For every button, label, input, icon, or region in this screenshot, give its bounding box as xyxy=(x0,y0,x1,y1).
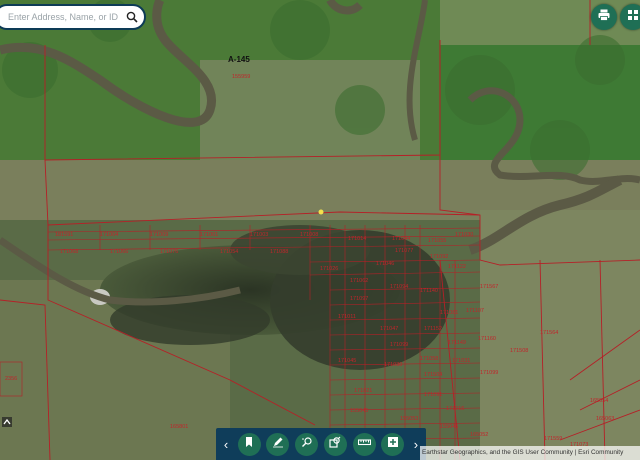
parcel-label[interactable]: 181591 xyxy=(55,232,73,238)
parcel-label[interactable]: 171097 xyxy=(350,296,368,302)
basemap-button[interactable] xyxy=(620,4,640,30)
attribution-toggle-icon[interactable] xyxy=(2,414,12,427)
parcel-label[interactable]: 171004 xyxy=(100,232,118,238)
parcel-label[interactable]: 155045 xyxy=(350,408,368,414)
parcel-label[interactable]: 155053 xyxy=(400,416,418,422)
parcel-label[interactable]: 171152 xyxy=(424,326,442,332)
parcel-label[interactable]: 171055 xyxy=(428,238,446,244)
identify-icon xyxy=(301,435,313,453)
print-button[interactable] xyxy=(591,4,617,30)
parcel-label[interactable]: 171047 xyxy=(380,326,398,332)
ruler-icon xyxy=(357,435,371,453)
parcel-label[interactable]: 171160 xyxy=(478,336,496,342)
identify-button[interactable] xyxy=(295,432,319,456)
parcel-label[interactable]: 171567 xyxy=(480,284,498,290)
parcel-label[interactable]: 171099 xyxy=(480,370,498,376)
pencil-icon xyxy=(272,435,284,453)
parcel-label[interactable]: 155045 xyxy=(440,424,458,430)
map-view[interactable]: A-145 155959 181591 171004 171009 171001 1710… xyxy=(0,0,640,460)
map-attribution: Earthstar Geographics, and the GIS User … xyxy=(420,446,640,460)
parcel-label[interactable]: 171094 xyxy=(390,284,408,290)
parcel-label[interactable]: 165063 xyxy=(596,416,614,422)
parcel-label[interactable]: 171014 xyxy=(348,236,366,242)
add-data-button[interactable] xyxy=(381,432,405,456)
parcel-label[interactable]: 171508 xyxy=(510,348,528,354)
draw-button[interactable] xyxy=(266,432,290,456)
parcel-label[interactable]: 171088 xyxy=(270,249,288,255)
parcel-label[interactable]: 171140 xyxy=(420,288,438,294)
parcel-label[interactable]: 171559 xyxy=(544,436,562,442)
parcel-label[interactable]: 171068 xyxy=(60,249,78,255)
search-icon[interactable] xyxy=(120,6,144,28)
grid-icon xyxy=(626,8,640,27)
toolbar-prev-button[interactable]: ‹ xyxy=(220,437,232,452)
parcel-label[interactable]: 165801 xyxy=(170,424,188,430)
parcel-label[interactable]: 171081 xyxy=(440,310,458,316)
parcel-label[interactable]: 171046 xyxy=(376,261,394,267)
parcel-label[interactable]: 171099 xyxy=(390,342,408,348)
parcel-label[interactable]: 2356 xyxy=(5,376,17,382)
parcel-label[interactable]: 171003 xyxy=(250,232,268,238)
parcel-label[interactable]: 171021 xyxy=(354,388,372,394)
parcel-label[interactable]: 171009 xyxy=(150,232,168,238)
survey-label: A-145 xyxy=(228,55,250,64)
parcel-label[interactable]: 165052 xyxy=(470,432,488,438)
parcel-label[interactable]: 171058 xyxy=(420,356,438,362)
parcel-label[interactable]: 171030 xyxy=(455,232,473,238)
parcel-label[interactable]: 171044 xyxy=(392,236,410,242)
parcel-label[interactable]: 171504 xyxy=(424,372,442,378)
plus-square-icon xyxy=(387,435,399,453)
parcel-label[interactable]: 171149 xyxy=(448,340,466,346)
parcel-label[interactable]: 171076 xyxy=(160,249,178,255)
bookmark-icon xyxy=(243,435,255,453)
parcel-label[interactable]: 171030 xyxy=(384,362,402,368)
parcel-label[interactable]: 171091 xyxy=(424,392,442,398)
parcel-label[interactable]: 171001 xyxy=(200,232,218,238)
parcel-label[interactable]: 171011 xyxy=(338,314,356,320)
parcel-label[interactable]: 165054 xyxy=(590,398,608,404)
parcel-label[interactable]: 171008 xyxy=(300,232,318,238)
search-input[interactable]: Enter Address, Name, or ID xyxy=(0,12,120,22)
parcel-label[interactable]: 171045 xyxy=(338,358,356,364)
parcel-label[interactable]: 171062 xyxy=(350,278,368,284)
location-marker[interactable] xyxy=(318,209,324,215)
parcel-label[interactable]: 171066 xyxy=(110,249,128,255)
search-bar[interactable]: Enter Address, Name, or ID xyxy=(0,4,146,30)
parcel-label[interactable]: 171031 xyxy=(452,358,470,364)
parcel-label[interactable]: 171122 xyxy=(448,264,466,270)
parcel-label[interactable]: 171026 xyxy=(320,266,338,272)
select-button[interactable] xyxy=(323,432,347,456)
printer-icon xyxy=(597,8,611,27)
bottom-toolbar: ‹ › xyxy=(216,428,426,460)
parcel-label[interactable]: 171092 xyxy=(430,254,448,260)
parcel-label[interactable]: 171107 xyxy=(466,308,484,314)
parcel-label[interactable]: 171016 xyxy=(446,406,464,412)
parcel-label[interactable]: 171054 xyxy=(220,249,238,255)
parcel-label[interactable]: 171077 xyxy=(395,248,413,254)
select-icon xyxy=(329,435,341,453)
parcel-label[interactable]: 155959 xyxy=(232,74,250,80)
measure-button[interactable] xyxy=(352,432,376,456)
bookmark-button[interactable] xyxy=(237,432,261,456)
parcel-label[interactable]: 171564 xyxy=(540,330,558,336)
